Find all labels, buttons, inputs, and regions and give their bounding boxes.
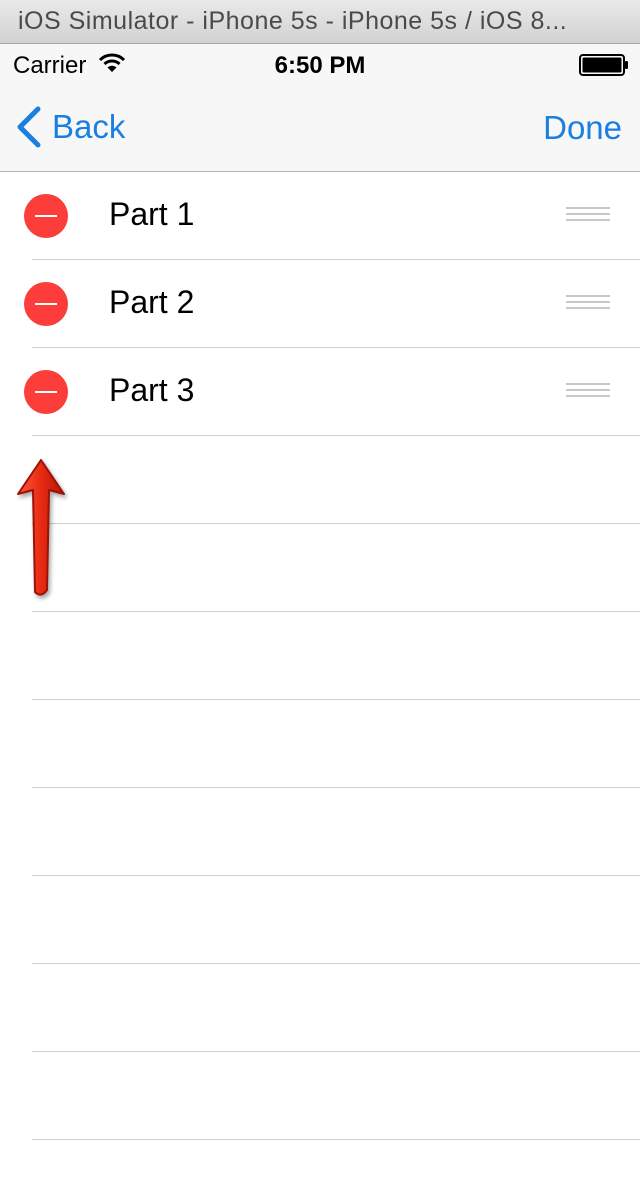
table-row[interactable]: Part 1 (0, 172, 640, 260)
back-button[interactable]: Back (14, 102, 125, 152)
empty-row (0, 788, 640, 876)
editable-table: Part 1 Part 2 Part 3 (0, 172, 640, 1180)
empty-row (0, 876, 640, 964)
status-time: 6:50 PM (274, 52, 366, 79)
table-row[interactable]: Part 2 (0, 260, 640, 348)
row-separator (32, 1139, 640, 1140)
delete-control-icon[interactable] (24, 370, 68, 414)
empty-row (0, 436, 640, 524)
reorder-handle-icon[interactable] (566, 295, 610, 313)
status-bar: Carrier 6:50 PM (0, 44, 640, 84)
done-button[interactable]: Done (543, 109, 622, 147)
empty-row (0, 524, 640, 612)
row-label: Part 3 (109, 372, 195, 408)
empty-row (0, 612, 640, 700)
row-label: Part 1 (109, 196, 195, 232)
row-label: Part 2 (109, 284, 195, 320)
battery-icon (579, 54, 628, 76)
navigation-bar: Back Done (0, 84, 640, 172)
red-arrow-up-icon (17, 459, 65, 596)
empty-row (0, 964, 640, 1052)
back-button-label: Back (52, 108, 126, 145)
delete-control-icon[interactable] (24, 194, 68, 238)
delete-control-icon[interactable] (24, 282, 68, 326)
reorder-handle-icon[interactable] (566, 383, 610, 401)
table-row[interactable]: Part 3 (0, 348, 640, 436)
empty-row (0, 700, 640, 788)
simulator-window-title: iOS Simulator - iPhone 5s - iPhone 5s / … (0, 0, 640, 44)
back-chevron-icon (17, 106, 41, 148)
reorder-handle-icon[interactable] (566, 207, 610, 225)
empty-row (0, 1052, 640, 1140)
